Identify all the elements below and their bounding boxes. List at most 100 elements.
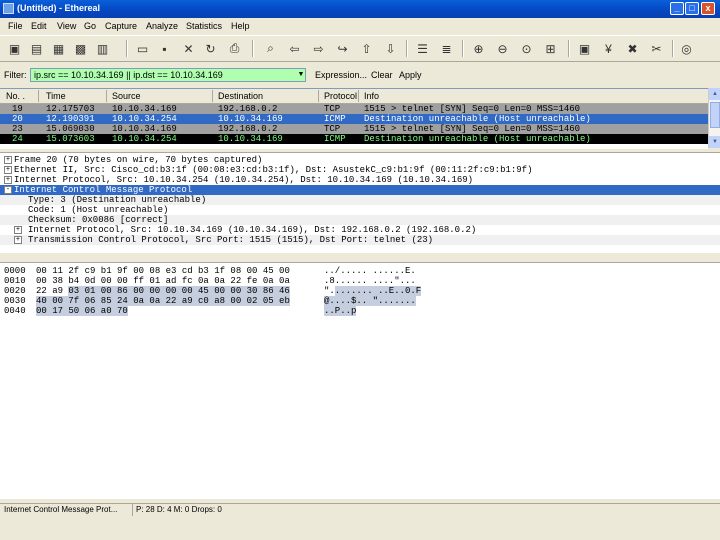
auto-scroll-icon[interactable]: ≣	[438, 40, 455, 57]
zoom-in-icon[interactable]: ⊕	[470, 40, 487, 57]
tree-item[interactable]: + Frame 20 (70 bytes on wire, 70 bytes ca…	[0, 155, 720, 165]
close-button[interactable]: x	[701, 2, 715, 15]
hex-row[interactable]: 0030 40 00 7f 06 85 24 0a 0a 22 a9 c0 a8 …	[0, 296, 720, 306]
scroll-down-icon[interactable]: ▼	[709, 136, 720, 148]
reload-icon[interactable]: ↻	[202, 40, 219, 57]
column-destination[interactable]: Destination	[218, 91, 263, 101]
tree-item[interactable]: - Internet Control Message Protocol	[0, 185, 720, 195]
menu-capture[interactable]: Capture	[105, 21, 137, 31]
coloring-rules-icon[interactable]: ✖	[624, 40, 641, 57]
zoom-normal-icon[interactable]: ⊙	[518, 40, 535, 57]
hex-ascii-highlighted: ....... ..E..0.F	[334, 286, 422, 296]
table-row[interactable]: 19 12.175703 10.10.34.169 192.168.0.2 TCP 151…	[0, 104, 708, 114]
toolbar-separator	[406, 40, 408, 57]
filter-input[interactable]: ip.src == 10.10.34.169 || ip.dst == 10.1…	[30, 68, 306, 82]
column-source[interactable]: Source	[112, 91, 141, 101]
tree-item[interactable]: Checksum: 0x0086 [correct]	[0, 215, 720, 225]
minimize-button[interactable]: _	[670, 2, 684, 15]
go-forward-icon[interactable]: ⇨	[310, 40, 327, 57]
tree-item[interactable]: + Internet Protocol, Src: 10.10.34.254 (1…	[0, 175, 720, 185]
tree-item[interactable]: Type: 3 (Destination unreachable)	[0, 195, 720, 205]
resize-columns-icon[interactable]: ⊞	[542, 40, 559, 57]
hex-offset: 0000	[4, 266, 26, 276]
tree-item-label: Checksum: 0x0086 [correct]	[28, 215, 169, 225]
close-file-icon[interactable]: ✕	[180, 40, 197, 57]
tree-item-label: Internet Protocol, Src: 10.10.34.254 (10…	[14, 175, 474, 185]
go-back-icon[interactable]: ⇦	[286, 40, 303, 57]
table-row[interactable]: 20 12.190391 10.10.34.254 10.10.34.169 ICMP D…	[0, 114, 708, 124]
menu-view[interactable]: View	[57, 21, 76, 31]
hex-row[interactable]: 0000 00 11 2f c9 b1 9f 00 08 e3 cd b3 1f …	[0, 266, 720, 276]
expand-icon[interactable]: +	[4, 156, 12, 164]
tree-item[interactable]: + Transmission Control Protocol, Src Port…	[0, 235, 720, 245]
column-divider[interactable]	[212, 90, 213, 102]
cell-info: 1515 > telnet [SYN] Seq=0 Len=0 MSS=1460	[364, 124, 581, 134]
preferences-icon[interactable]: ✂	[648, 40, 665, 57]
expand-icon[interactable]: +	[4, 176, 12, 184]
expand-icon[interactable]: +	[14, 226, 22, 234]
collapse-icon[interactable]: -	[4, 186, 12, 194]
menu-edit[interactable]: Edit	[31, 21, 47, 31]
column-divider[interactable]	[106, 90, 107, 102]
print-icon[interactable]: ⎙	[226, 40, 243, 57]
stop-capture-icon[interactable]: ▥	[94, 40, 111, 57]
column-no[interactable]: No. .	[6, 91, 25, 101]
column-time[interactable]: Time	[46, 91, 66, 101]
go-to-packet-icon[interactable]: ↪	[334, 40, 351, 57]
open-file-icon[interactable]: ▭	[134, 40, 151, 57]
hex-row[interactable]: 0020 22 a9 03 01 00 86 00 00 00 00 45 00 …	[0, 286, 720, 296]
expression-button[interactable]: Expression...	[315, 70, 367, 80]
menu-analyze[interactable]: Analyze	[146, 21, 178, 31]
column-divider[interactable]	[318, 90, 319, 102]
status-bar: Internet Control Message Prot... P: 28 D…	[0, 503, 720, 516]
tree-item-label: Internet Protocol, Src: 10.10.34.169 (10…	[28, 225, 477, 235]
column-info[interactable]: Info	[364, 91, 379, 101]
tree-item[interactable]: + Internet Protocol, Src: 10.10.34.169 (1…	[0, 225, 720, 235]
column-divider[interactable]	[38, 90, 39, 102]
tree-item[interactable]: + Ethernet II, Src: Cisco_cd:b3:1f (00:08…	[0, 165, 720, 175]
restart-capture-icon[interactable]: ▩	[72, 40, 89, 57]
save-file-icon[interactable]: ▪	[156, 40, 173, 57]
cell-protocol: TCP	[324, 104, 341, 114]
hex-row[interactable]: 0010 00 38 b4 0d 00 00 ff 01 ad fc 0a 0a …	[0, 276, 720, 286]
scroll-up-icon[interactable]: ▲	[709, 88, 720, 100]
tree-item-label: Type: 3 (Destination unreachable)	[28, 195, 207, 205]
menu-help[interactable]: Help	[231, 21, 250, 31]
maximize-button[interactable]: □	[685, 2, 699, 15]
table-row[interactable]: 24 15.073603 10.10.34.254 10.10.34.169 ICMP D…	[0, 134, 708, 144]
toolbar-separator	[126, 40, 128, 57]
help-icon[interactable]: ◎	[678, 40, 695, 57]
packet-list-scrollbar[interactable]: ▲ ▼	[708, 88, 720, 148]
filter-bar: Filter: ip.src == 10.10.34.169 || ip.dst…	[0, 64, 720, 86]
interface-list-icon[interactable]: ▣	[6, 40, 23, 57]
menu-statistics[interactable]: Statistics	[186, 21, 222, 31]
find-packet-icon[interactable]: ⌕	[262, 40, 279, 57]
packet-bytes-pane: 0000 00 11 2f c9 b1 9f 00 08 e3 cd b3 1f …	[0, 262, 720, 499]
go-first-icon[interactable]: ⇧	[358, 40, 375, 57]
column-divider[interactable]	[358, 90, 359, 102]
expand-icon[interactable]: +	[14, 236, 22, 244]
table-row[interactable]: 23 15.069030 10.10.34.169 192.168.0.2 TCP 151…	[0, 124, 708, 134]
go-last-icon[interactable]: ⇩	[382, 40, 399, 57]
zoom-out-icon[interactable]: ⊖	[494, 40, 511, 57]
hex-bytes: 22 a9	[36, 286, 64, 296]
display-filters-icon[interactable]: ¥	[600, 40, 617, 57]
cell-info: 1515 > telnet [SYN] Seq=0 Len=0 MSS=1460	[364, 104, 581, 114]
start-capture-icon[interactable]: ▦	[50, 40, 67, 57]
capture-filters-icon[interactable]: ▣	[576, 40, 593, 57]
menu-go[interactable]: Go	[84, 21, 96, 31]
colorize-icon[interactable]: ☰	[414, 40, 431, 57]
cell-destination: 10.10.34.169	[218, 134, 283, 144]
hex-row[interactable]: 0040 00 17 50 06 a0 70 ..P..p	[0, 306, 720, 316]
cell-no: 20	[12, 114, 23, 124]
menu-file[interactable]: File	[8, 21, 23, 31]
clear-button[interactable]: Clear	[371, 70, 393, 80]
capture-options-icon[interactable]: ▤	[28, 40, 45, 57]
apply-button[interactable]: Apply	[399, 70, 422, 80]
cell-source: 10.10.34.169	[112, 104, 177, 114]
scroll-thumb[interactable]	[710, 102, 720, 128]
chevron-down-icon[interactable]: ▼	[296, 69, 306, 81]
expand-icon[interactable]: +	[4, 166, 12, 174]
tree-item[interactable]: Code: 1 (Host unreachable)	[0, 205, 720, 215]
column-protocol[interactable]: Protocol	[324, 91, 357, 101]
